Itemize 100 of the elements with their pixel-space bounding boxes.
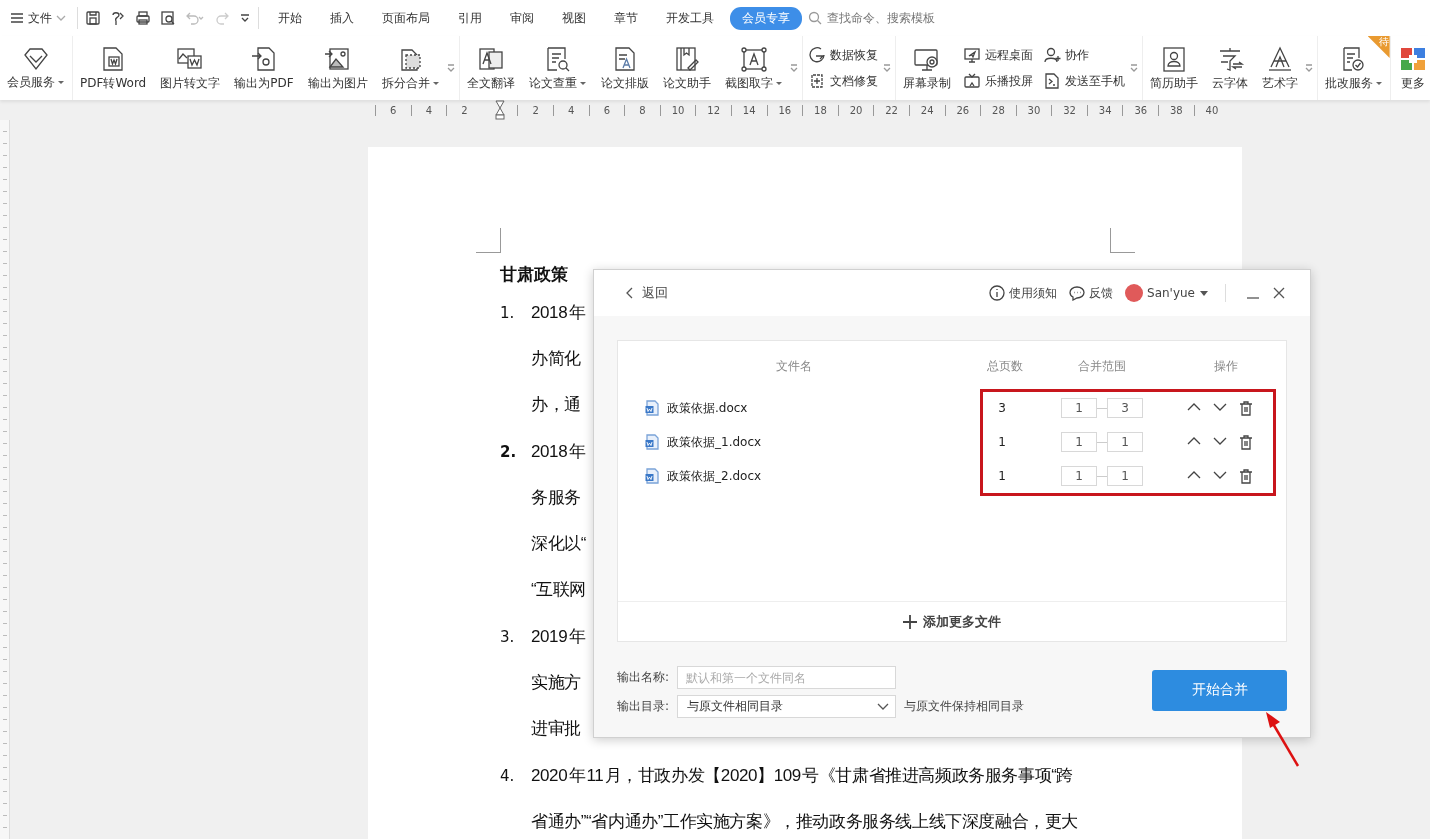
avatar [1125, 284, 1144, 302]
ribbon-button[interactable]: 更多 [1392, 39, 1430, 97]
info-icon [989, 285, 1006, 301]
user-menu[interactable]: San'yue [1125, 284, 1209, 302]
ruler-number: 2 [532, 104, 539, 116]
ruler-number: 6 [390, 104, 397, 116]
list-number: 3. [500, 627, 516, 648]
notice-button[interactable]: 使用须知 [989, 284, 1058, 302]
print-icon[interactable] [135, 10, 151, 26]
ribbon-button[interactable]: 拆分合并 [376, 39, 445, 97]
text-line: “互联网 [531, 579, 587, 601]
ribbon-button[interactable]: 艺术字 [1256, 39, 1303, 97]
file-name: 政策依据.docx [667, 399, 748, 417]
ribbon-button[interactable]: 输出为图片 [302, 39, 373, 97]
ribbon-tab[interactable]: 视图 [550, 6, 598, 30]
word-file-icon [645, 468, 659, 484]
expand-icon[interactable] [1129, 64, 1138, 72]
output-folder-dropdown[interactable]: 与原文件相同目录 [677, 695, 896, 718]
ribbon-button[interactable]: 论文查重 [523, 39, 592, 97]
ribbon-button[interactable]: 输出为PDF [229, 39, 299, 97]
page-count: 1 [997, 469, 1007, 483]
text-frame-icon [738, 44, 769, 73]
close-icon[interactable] [1272, 286, 1286, 300]
monitor-icon [962, 46, 981, 64]
plus-icon [903, 614, 917, 629]
search-field[interactable]: 查找命令、搜索模板 [808, 10, 969, 26]
phone-icon [1042, 72, 1061, 90]
ribbon-tab[interactable]: 章节 [602, 6, 650, 30]
ribbon-button[interactable]: 乐播投屏 [959, 72, 1036, 90]
dropdown-icon[interactable] [239, 12, 251, 24]
chat-icon [1069, 285, 1086, 301]
document-heading: 甘肃政策 [500, 263, 568, 286]
ribbon-button[interactable]: 论文排版 [595, 39, 654, 97]
text-line: 2018 年 [531, 302, 586, 324]
start-merge-button[interactable]: 开始合并 [1152, 669, 1287, 711]
ribbon-tab[interactable]: 引用 [446, 6, 494, 30]
ribbon-button[interactable]: 协作 [1039, 46, 1128, 64]
ribbon-tab[interactable]: 插入 [318, 6, 366, 30]
back-button[interactable]: 返回 [620, 283, 674, 303]
ruler-number: 2 [461, 104, 468, 116]
ribbon-button[interactable]: 数据恢复 [804, 46, 881, 64]
range-end-field[interactable]: 1 [1107, 466, 1143, 486]
ribbon-tab[interactable]: 开始 [266, 6, 314, 30]
field-label: 输出目录: [617, 698, 671, 715]
delete-icon[interactable] [1239, 434, 1253, 450]
range-start-field[interactable]: 1 [1061, 398, 1097, 418]
feedback-button[interactable]: 反馈 [1069, 284, 1114, 302]
ribbon-tab[interactable]: 页面布局 [370, 6, 442, 30]
expand-icon[interactable] [1304, 64, 1313, 72]
ruler-number: 10 [671, 104, 685, 116]
ruler-number: 38 [1170, 104, 1183, 116]
chevron-left-icon [626, 287, 634, 299]
ruler-number: 26 [956, 104, 970, 116]
output-name-field[interactable]: 默认和第一个文件同名 [677, 666, 896, 689]
ruler-number: 40 [1205, 104, 1219, 116]
range-end-field[interactable]: 1 [1107, 432, 1143, 452]
ribbon-button[interactable]: 图片转文字 [155, 39, 226, 97]
expand-icon[interactable] [446, 64, 455, 72]
expand-icon[interactable] [789, 64, 798, 72]
ribbon-button[interactable]: 会员服务 [2, 39, 70, 97]
list-number: 2. [500, 442, 518, 463]
ribbon-button[interactable]: 屏幕录制 [897, 39, 956, 97]
ribbon-tab[interactable]: 开发工具 [654, 6, 726, 30]
text-line: 2020 年 11 月，甘政办发【2020】109 号《甘肃省推进高频政务服务事项“跨 [531, 765, 1073, 787]
save-icon[interactable] [85, 10, 101, 26]
range-start-field[interactable]: 1 [1061, 432, 1097, 452]
ribbon-button[interactable]: 发送至手机 [1039, 72, 1128, 90]
text-line: 2018 年 [531, 441, 586, 463]
file-name: 政策依据_1.docx [667, 433, 762, 451]
text-line: 进审批 [531, 718, 581, 740]
range-start-field[interactable]: 1 [1061, 466, 1097, 486]
ribbon-button[interactable]: 简历助手 [1144, 39, 1203, 97]
list-number: 1. [500, 303, 516, 324]
ruler-number: 14 [742, 104, 756, 116]
ribbon-button[interactable]: PDF转Word [75, 39, 152, 97]
file-menu[interactable]: 文件 [6, 9, 70, 27]
page-count: 1 [997, 435, 1007, 449]
expand-icon[interactable] [882, 64, 891, 72]
delete-icon[interactable] [1239, 468, 1253, 484]
ribbon-button[interactable]: 全文翻译 [461, 39, 520, 97]
menu-icon [10, 11, 24, 25]
text-line: 务服务 [531, 487, 581, 509]
ribbon-button[interactable]: 截图取字 [719, 39, 788, 97]
ribbon-tab[interactable]: 审阅 [498, 6, 546, 30]
ribbon-button[interactable]: 云字体 [1206, 39, 1253, 97]
tv-icon [962, 72, 981, 90]
delete-icon[interactable] [1239, 400, 1253, 416]
text-line: 深化以“ [531, 533, 587, 555]
preview-icon[interactable] [160, 10, 176, 26]
ruler-number: 30 [1027, 104, 1041, 116]
chevron-down-icon [877, 702, 889, 711]
ribbon-button[interactable]: 论文助手 [657, 39, 716, 97]
ruler-number: 22 [885, 104, 898, 116]
ruler-number: 16 [778, 104, 792, 116]
range-end-field[interactable]: 3 [1107, 398, 1143, 418]
ribbon-button[interactable]: 远程桌面 [959, 46, 1036, 64]
add-files-button[interactable]: 添加更多文件 [897, 611, 1007, 632]
page-count: 3 [997, 401, 1007, 415]
text-line: 办，通 [531, 394, 581, 416]
ribbon-button[interactable]: 文档修复 [804, 72, 881, 90]
